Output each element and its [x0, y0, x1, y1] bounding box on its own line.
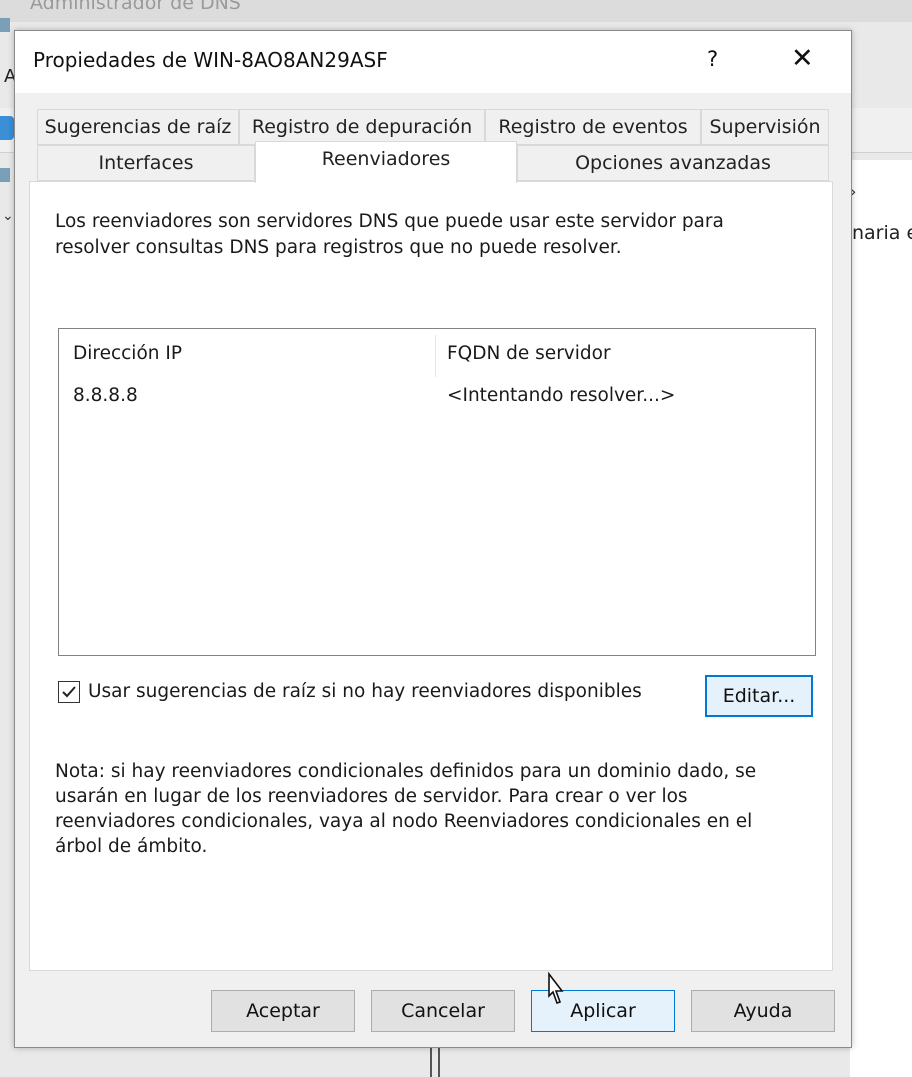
- row-fqdn: <Intentando resolver...>: [447, 385, 676, 406]
- server-node-icon: [0, 168, 10, 182]
- table-row[interactable]: 8.8.8.8 <Intentando resolver...>: [59, 381, 815, 411]
- background-left-pane: A ⌄: [0, 0, 16, 1077]
- background-window-title: Administrador de DNS: [30, 0, 241, 14]
- use-root-hints-checkbox[interactable]: [58, 681, 80, 703]
- tab-registro-de-depuracion[interactable]: Registro de depuración: [239, 109, 485, 145]
- ok-button[interactable]: Aceptar: [211, 990, 355, 1032]
- background-window-titlebar: Administrador de DNS: [0, 0, 912, 22]
- close-button[interactable]: ✕: [791, 43, 814, 74]
- edit-button[interactable]: Editar...: [705, 675, 813, 717]
- background-divider: [430, 1046, 440, 1077]
- note-text: Nota: si hay reenviadores condicionales …: [55, 761, 757, 857]
- properties-dialog: Propiedades de WIN-8AO8AN29ASF ? ✕ Suger…: [14, 30, 852, 1048]
- background-right-text: naria e: [852, 222, 912, 244]
- mouse-cursor-icon: [548, 971, 564, 1005]
- column-separator[interactable]: [435, 335, 436, 377]
- row-ip: 8.8.8.8: [73, 385, 138, 406]
- tab-reenviadores[interactable]: Reenviadores: [255, 141, 517, 183]
- back-arrow-icon[interactable]: [0, 116, 14, 140]
- tab-interfaces[interactable]: Interfaces: [37, 145, 255, 181]
- tab-sugerencias-de-raiz[interactable]: Sugerencias de raíz: [37, 109, 239, 145]
- intro-text: Los reenviadores son servidores DNS que …: [55, 211, 724, 258]
- checkmark-icon: [62, 686, 76, 698]
- tab-supervision[interactable]: Supervisión: [701, 109, 829, 145]
- cancel-button[interactable]: Cancelar: [371, 990, 515, 1032]
- dialog-titlebar[interactable]: Propiedades de WIN-8AO8AN29ASF ? ✕: [15, 31, 851, 93]
- help-bottom-button[interactable]: Ayuda: [691, 990, 835, 1032]
- forwarders-list[interactable]: Dirección IP FQDN de servidor 8.8.8.8 <I…: [58, 328, 816, 656]
- column-header-fqdn[interactable]: FQDN de servidor: [447, 343, 611, 364]
- chevron-down-icon[interactable]: ⌄: [2, 208, 14, 224]
- use-root-hints-label[interactable]: Usar sugerencias de raíz si no hay reenv…: [88, 681, 642, 702]
- tab-registro-de-eventos[interactable]: Registro de eventos: [485, 109, 701, 145]
- dialog-title: Propiedades de WIN-8AO8AN29ASF: [33, 48, 388, 72]
- column-header-ip[interactable]: Dirección IP: [73, 343, 182, 364]
- help-button[interactable]: ?: [707, 47, 718, 71]
- background-right-pane: › naria e: [850, 160, 912, 1077]
- dns-node-icon: [0, 18, 10, 32]
- tab-opciones-avanzadas[interactable]: Opciones avanzadas: [517, 145, 829, 181]
